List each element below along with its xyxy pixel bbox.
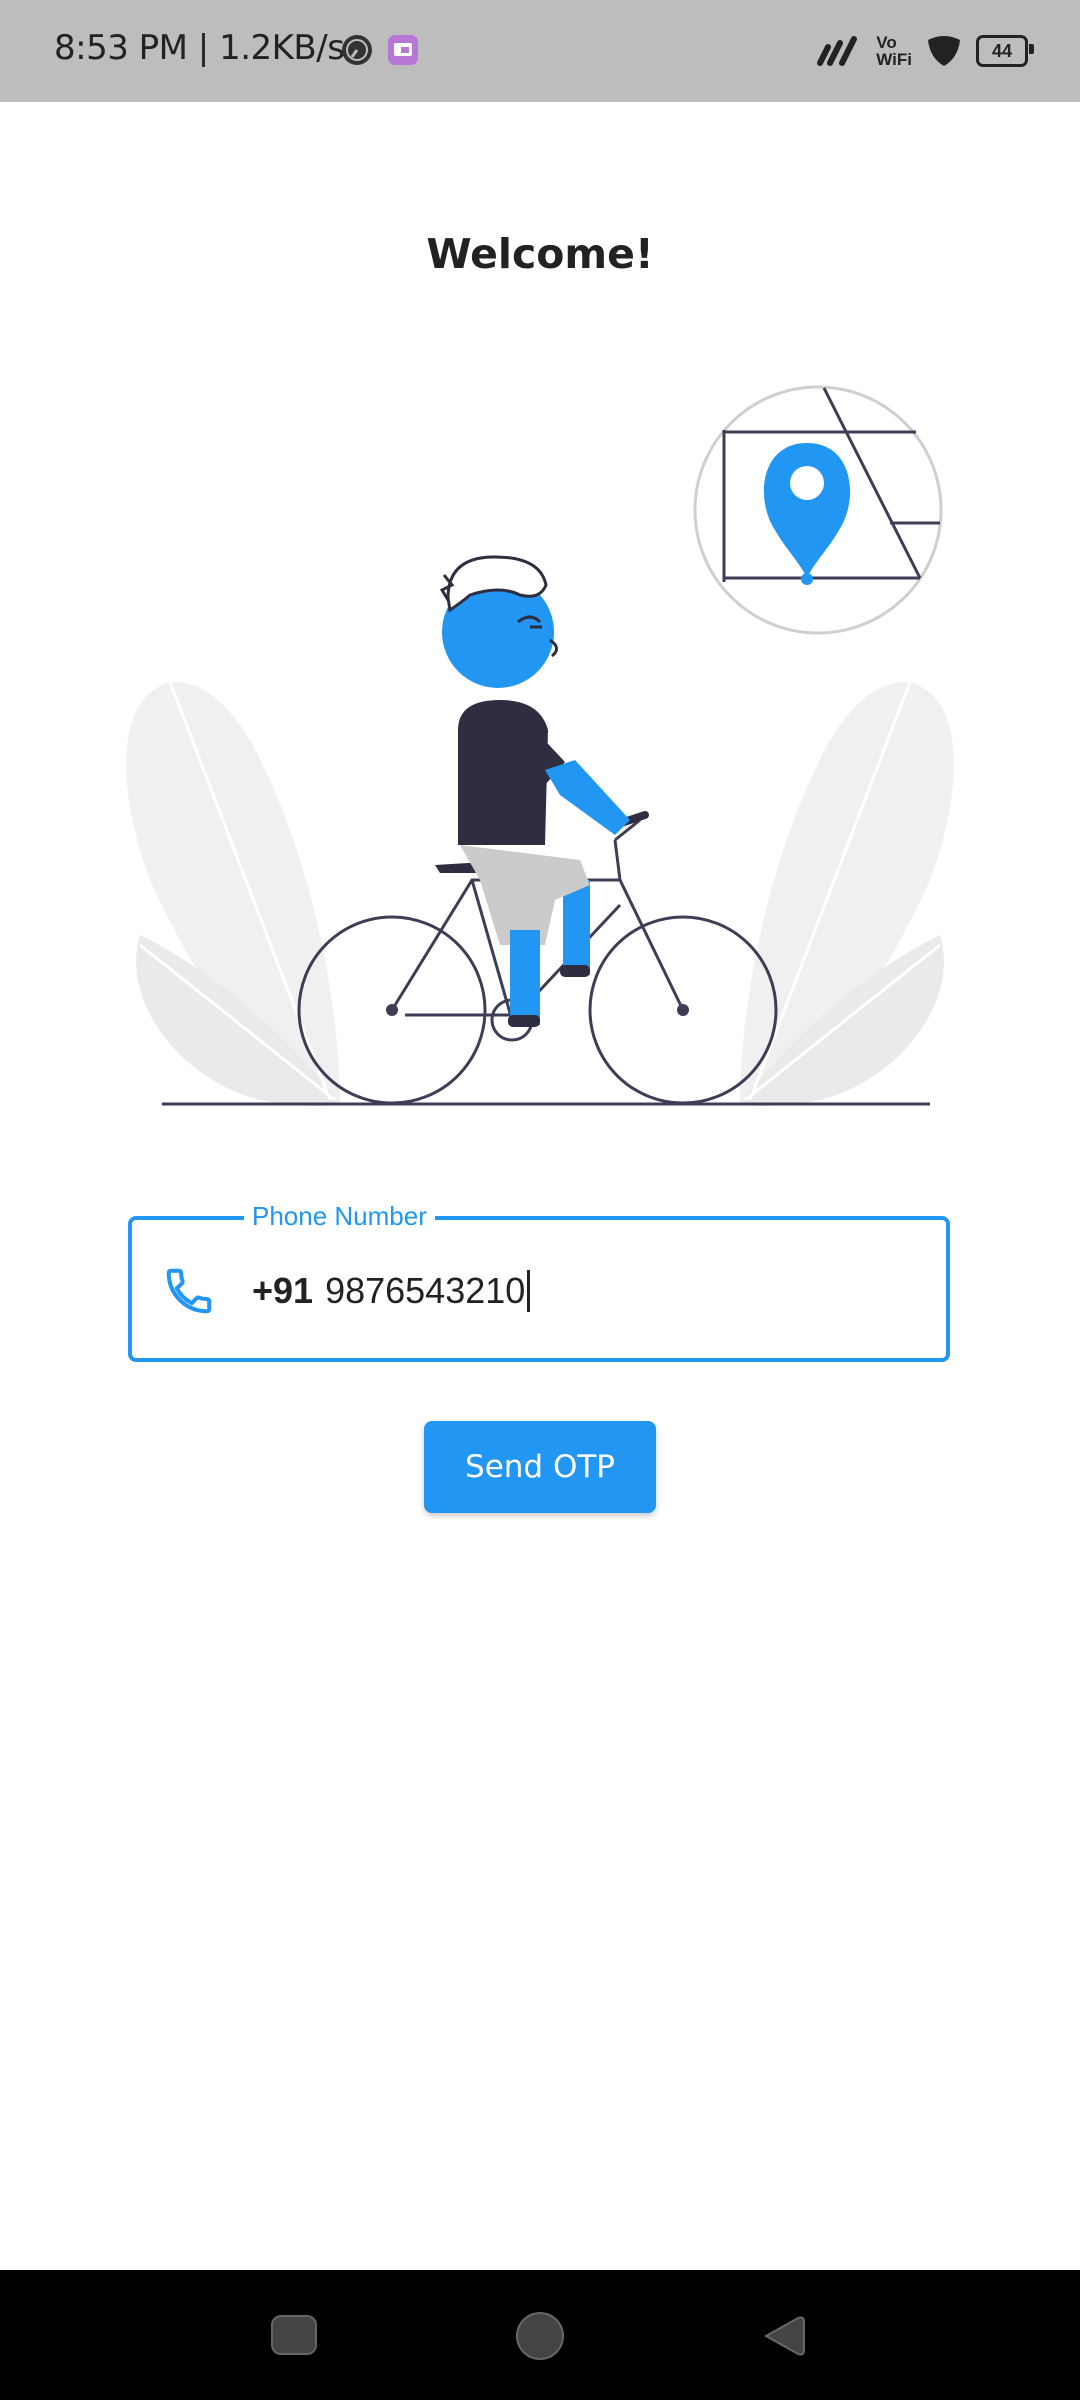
recent-apps-button[interactable] xyxy=(271,2315,317,2355)
location-map-badge xyxy=(693,385,943,635)
app-notification-icon xyxy=(388,35,418,65)
phone-number-field[interactable]: Phone Number +91 9876543210 xyxy=(128,1200,950,1362)
home-button[interactable] xyxy=(516,2312,564,2360)
status-bar: 8:53 PM | 1.2KB/s Vo WiFi 44 xyxy=(0,0,1080,102)
cyclist-person xyxy=(439,555,630,1027)
back-button[interactable] xyxy=(758,2312,808,2360)
signal-icon xyxy=(817,36,858,66)
page-title: Welcome! xyxy=(426,230,654,278)
phone-icon xyxy=(166,1268,212,1314)
send-otp-button[interactable]: Send OTP xyxy=(424,1421,656,1513)
speed-gauge-icon xyxy=(342,35,372,65)
vowifi-icon: Vo WiFi xyxy=(876,33,912,69)
navigation-bar xyxy=(0,2270,1080,2400)
text-cursor xyxy=(527,1270,531,1312)
cyclist-illustration xyxy=(126,385,954,1106)
status-time-speed: 8:53 PM | 1.2KB/s xyxy=(54,28,345,68)
battery-icon: 44 xyxy=(976,35,1034,67)
phone-number-value[interactable]: 9876543210 xyxy=(325,1270,525,1312)
phone-input[interactable]: +91 9876543210 xyxy=(252,1264,531,1318)
country-code: +91 xyxy=(252,1270,314,1311)
phone-number-label: Phone Number xyxy=(244,1200,435,1232)
status-right-icons: Vo WiFi 44 xyxy=(816,26,1034,76)
shield-icon xyxy=(928,36,960,66)
